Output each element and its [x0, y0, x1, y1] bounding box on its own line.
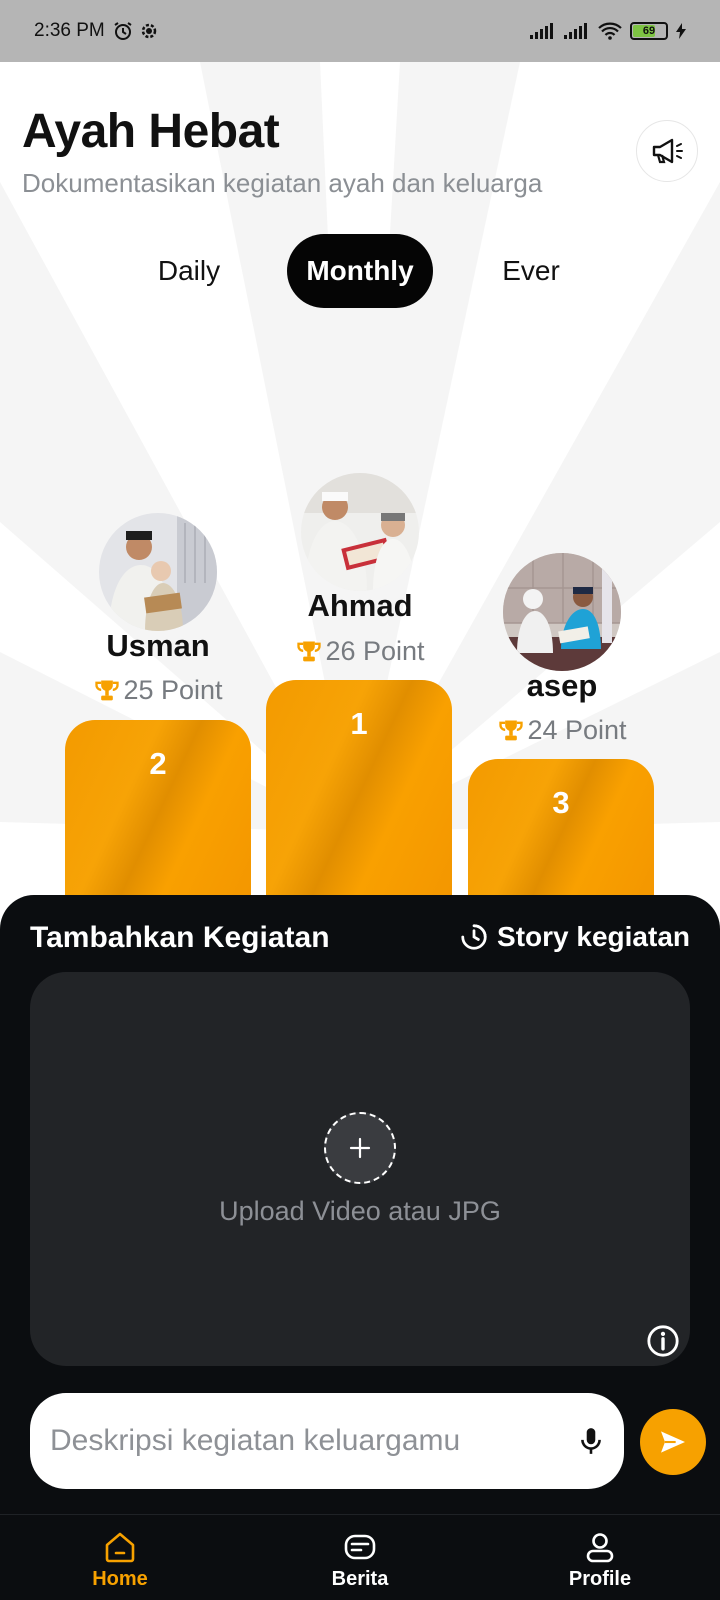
tab-monthly[interactable]: Monthly [287, 234, 433, 308]
battery-icon: 69 [630, 22, 668, 40]
leader-points-asep: 24 Point [462, 715, 662, 746]
leader-name-asep: asep [526, 668, 598, 703]
trophy-icon [95, 680, 120, 700]
description-input[interactable] [50, 1424, 578, 1458]
avatar-ahmad[interactable] [301, 473, 419, 591]
status-time: 2:36 PM [34, 20, 105, 41]
bottom-navigation: Home Berita Profile [0, 1514, 720, 1600]
leader-points-ahmad: 26 Point [260, 636, 460, 667]
history-clock-icon [461, 924, 487, 950]
nav-berita[interactable]: Berita [300, 1515, 420, 1600]
panel-title: Tambahkan Kegiatan [30, 921, 330, 954]
page-title: Ayah Hebat [22, 105, 280, 158]
podium-rank-3: 3 [468, 759, 654, 902]
send-icon [661, 1431, 685, 1453]
period-tabs: Daily Monthly Ever [0, 234, 720, 308]
signal-icon-2 [564, 23, 587, 39]
avatar-usman[interactable] [99, 513, 217, 631]
plus-icon [349, 1137, 371, 1159]
podium-rank-2: 2 [65, 720, 251, 902]
tab-ever[interactable]: Ever [470, 234, 592, 308]
microphone-icon[interactable] [578, 1426, 604, 1456]
megaphone-icon [652, 138, 683, 164]
announcement-button[interactable] [636, 120, 698, 182]
send-button[interactable] [640, 1409, 706, 1475]
leaderboard-hero: Ayah Hebat Dokumentasikan kegiatan ayah … [0, 62, 720, 902]
trophy-icon [297, 641, 322, 661]
upload-dropzone[interactable]: Upload Video atau JPG [30, 972, 690, 1366]
nav-profile[interactable]: Profile [540, 1515, 660, 1600]
page-subtitle: Dokumentasikan kegiatan ayah dan keluarg… [22, 168, 543, 198]
settings-icon [141, 23, 157, 39]
podium-rank-1: 1 [266, 680, 452, 902]
wifi-icon [598, 22, 622, 40]
tab-daily[interactable]: Daily [128, 234, 250, 308]
story-kegiatan-button[interactable]: Story kegiatan [459, 921, 690, 953]
charging-icon [676, 23, 686, 39]
home-icon [105, 1532, 135, 1563]
add-activity-panel: Tambahkan Kegiatan Story kegiatan Upload… [0, 895, 720, 1515]
leader-points-usman: 25 Point [58, 675, 258, 706]
signal-icon [530, 23, 553, 39]
avatar-asep[interactable] [503, 553, 621, 671]
alarm-icon [114, 22, 132, 40]
status-bar: 2:36 PM 69 [0, 0, 720, 62]
leader-name-usman: Usman [106, 628, 210, 663]
upload-add-button[interactable] [324, 1112, 396, 1184]
nav-home[interactable]: Home [60, 1515, 180, 1600]
profile-icon [586, 1533, 614, 1563]
info-icon[interactable] [646, 1324, 680, 1358]
trophy-icon [499, 720, 524, 740]
description-field[interactable] [30, 1393, 624, 1489]
upload-label: Upload Video atau JPG [219, 1196, 501, 1226]
leader-name-ahmad: Ahmad [307, 588, 413, 623]
news-icon [344, 1534, 376, 1560]
